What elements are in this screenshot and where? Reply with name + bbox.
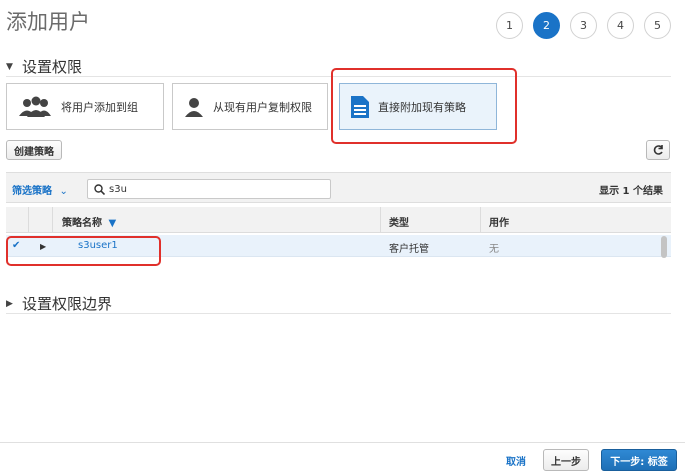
step-3[interactable]: 3 — [570, 12, 597, 39]
highlight-box-option — [331, 68, 517, 144]
refresh-icon — [653, 145, 663, 155]
table-scrollbar[interactable] — [661, 236, 667, 258]
create-policy-button[interactable]: 创建策略 — [6, 140, 62, 160]
table-header: 策略名称 ▼ 类型 用作 — [6, 207, 671, 233]
cancel-button[interactable]: 取消 — [506, 453, 526, 468]
step-indicator: 1 2 3 4 5 — [496, 12, 671, 39]
step-4[interactable]: 4 — [607, 12, 634, 39]
permissions-section-title: 设置权限 — [22, 58, 83, 76]
column-header-used-as[interactable]: 用作 — [489, 214, 509, 229]
group-users-icon — [19, 96, 51, 117]
refresh-button[interactable] — [646, 140, 670, 160]
highlight-box-row — [6, 236, 161, 266]
caret-down-icon: ▼ — [6, 61, 13, 72]
divider — [6, 313, 671, 314]
option-copy-from-user[interactable]: 从现有用户复制权限 — [172, 83, 328, 130]
search-box[interactable] — [87, 179, 331, 199]
filter-label: 筛选策略 — [12, 186, 52, 197]
filter-bar: 筛选策略 ⌄ 显示 1 个结果 — [6, 172, 671, 203]
chevron-down-icon: ⌄ — [59, 186, 68, 197]
search-icon — [94, 183, 105, 195]
step-5[interactable]: 5 — [644, 12, 671, 39]
column-divider — [380, 207, 381, 233]
next-button[interactable]: 下一步: 标签 — [601, 449, 677, 471]
caret-right-icon: ▶ — [6, 298, 13, 309]
policy-type: 客户托管 — [389, 244, 429, 255]
option-copy-from-user-label: 从现有用户复制权限 — [213, 100, 312, 114]
step-2[interactable]: 2 — [533, 12, 560, 39]
previous-button[interactable]: 上一步 — [543, 449, 589, 471]
step-1[interactable]: 1 — [496, 12, 523, 39]
boundary-section-title: 设置权限边界 — [22, 295, 113, 313]
footer-bar: 取消 上一步 下一步: 标签 — [0, 442, 685, 474]
column-header-policy-name[interactable]: 策略名称 ▼ — [62, 214, 116, 229]
option-add-to-group-label: 将用户添加到组 — [61, 100, 138, 114]
permissions-section-toggle[interactable]: ▼ 设置权限 — [6, 56, 82, 77]
results-count: 显示 1 个结果 — [599, 186, 663, 197]
policy-used-as: 无 — [489, 244, 499, 255]
option-add-to-group[interactable]: 将用户添加到组 — [6, 83, 164, 130]
column-divider — [480, 207, 481, 233]
boundary-section-toggle[interactable]: ▶ 设置权限边界 — [6, 293, 112, 314]
user-icon — [185, 97, 203, 117]
column-header-policy-name-label: 策略名称 — [62, 218, 102, 229]
column-divider — [52, 207, 53, 233]
filter-policies-dropdown[interactable]: 筛选策略 ⌄ — [12, 182, 68, 197]
column-divider — [28, 207, 29, 233]
column-header-type[interactable]: 类型 — [389, 214, 409, 229]
search-input[interactable] — [109, 183, 309, 195]
sort-down-icon: ▼ — [108, 218, 117, 229]
page-title: 添加用户 — [6, 10, 90, 34]
